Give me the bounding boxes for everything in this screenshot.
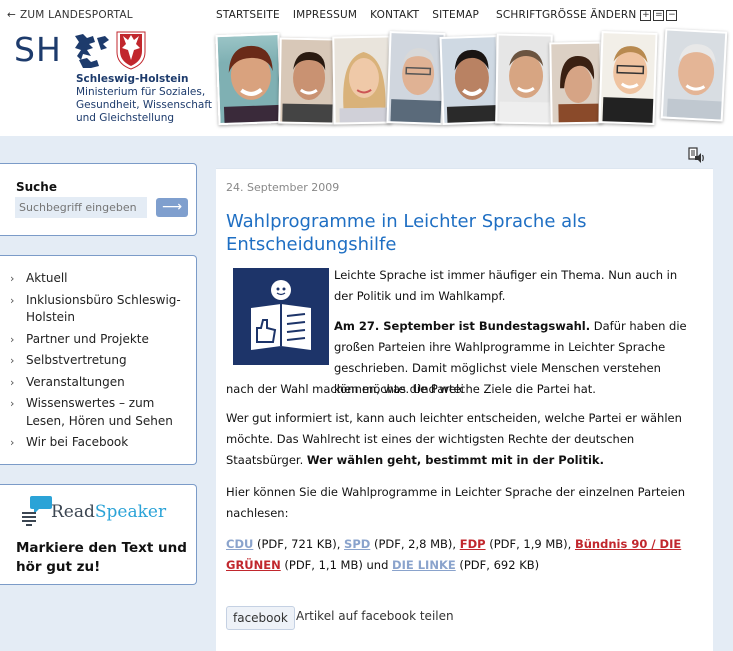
site-header: ← ZUM LANDESPORTAL SH Schleswig-Holstein … <box>0 0 733 136</box>
font-size-label: SCHRIFTGRÖSSE ÄNDERN <box>496 9 637 21</box>
portrait-photo <box>278 37 336 125</box>
sidebar-item-inklusionsbuero[interactable]: › Inklusionsbüro Schleswig-Holstein <box>10 292 190 327</box>
sidebar-item-wissenswertes[interactable]: › Wissenswertes – zum Lesen, Hören und Se… <box>10 395 190 430</box>
download-link-linke[interactable]: DIE LINKE <box>392 558 456 572</box>
portrait-photo <box>598 31 658 125</box>
portrait-photo <box>439 35 501 125</box>
portrait-photo <box>495 33 553 125</box>
search-panel: Suche ⟶ <box>0 163 197 236</box>
article-paragraph: nach der Wahl machen möchte. Und welche … <box>226 382 596 396</box>
sidebar-item-selbstvertretung[interactable]: › Selbstvertretung <box>10 352 190 370</box>
header-photo-collage <box>215 28 730 128</box>
article-paragraph: Hier können Sie die Wahlprogramme in Lei… <box>226 485 686 520</box>
chevron-right-icon: › <box>10 397 15 410</box>
sidebar-item-facebook[interactable]: › Wir bei Facebook <box>10 434 190 452</box>
search-submit-button[interactable]: ⟶ <box>156 198 188 217</box>
facebook-share-link[interactable]: Artikel auf facebook teilen <box>296 609 454 623</box>
readspeaker-panel[interactable]: ReadSpeaker Markiere den Text und hör gu… <box>0 484 197 585</box>
nav-kontakt[interactable]: KONTAKT <box>370 9 419 21</box>
easy-read-reading-icon <box>233 268 329 365</box>
nav-startseite[interactable]: STARTSEITE <box>216 9 280 21</box>
article-paragraph: Wer gut informiert ist, kann auch leicht… <box>226 411 682 467</box>
font-size-control: SCHRIFTGRÖSSE ÄNDERN + = − <box>496 9 678 21</box>
coat-of-arms-icon <box>75 31 146 70</box>
article-paragraph: Leichte Sprache ist immer häufiger ein T… <box>334 268 678 303</box>
ministry-name: Schleswig-Holstein Ministerium für Sozia… <box>76 73 212 124</box>
chevron-right-icon: › <box>10 293 15 307</box>
chevron-right-icon: › <box>10 375 15 389</box>
chevron-right-icon: › <box>10 272 15 285</box>
logo-sh[interactable]: SH <box>14 30 62 69</box>
facebook-share-button[interactable]: facebook <box>226 606 295 630</box>
sidebar-item-aktuell[interactable]: › Aktuell <box>10 270 190 288</box>
font-size-increase-button[interactable]: + <box>640 9 652 21</box>
landesportal-link[interactable]: ← ZUM LANDESPORTAL <box>7 9 133 21</box>
download-link-fdp[interactable]: FDP <box>460 537 486 551</box>
chevron-right-icon: › <box>10 332 15 346</box>
readspeaker-brand: ReadSpeaker <box>51 502 167 522</box>
portrait-photo <box>386 31 446 125</box>
top-navigation: STARTSEITE IMPRESSUM KONTAKT SITEMAP <box>216 9 492 21</box>
article-title: Wahlprogramme in Leichter Sprache als En… <box>226 211 587 255</box>
chevron-right-icon: › <box>10 354 15 367</box>
font-size-decrease-button[interactable]: − <box>666 9 678 21</box>
portrait-photo <box>660 28 728 122</box>
sidebar-item-veranstaltungen[interactable]: › Veranstaltungen <box>10 374 190 392</box>
arrow-right-icon: ⟶ <box>161 199 183 215</box>
main-area: Suche ⟶ ›Aktuell ›Inklusionsbüro Schlesw… <box>0 136 733 651</box>
sidebar-navigation: › Aktuell › Inklusionsbüro Schleswig-Holst… <box>0 255 197 465</box>
article-content: 24. September 2009 Wahlprogramme in Leic… <box>216 168 713 651</box>
download-link-spd[interactable]: SPD <box>344 537 370 551</box>
nav-impressum[interactable]: IMPRESSUM <box>293 9 357 21</box>
chevron-right-icon: › <box>10 436 15 449</box>
article-date: 24. September 2009 <box>226 181 340 194</box>
download-links: CDU (PDF, 721 KB), SPD (PDF, 2,8 MB), FD… <box>226 537 682 572</box>
search-input[interactable] <box>15 197 147 218</box>
speaker-icon[interactable] <box>688 147 706 165</box>
font-size-reset-button[interactable]: = <box>653 9 665 21</box>
arrow-left-icon: ← <box>7 9 16 21</box>
portrait-photo <box>215 32 283 126</box>
portrait-photo <box>332 35 392 125</box>
readspeaker-tagline: Markiere den Text und hör gut zu! <box>16 540 187 575</box>
portrait-photo <box>549 41 603 125</box>
nav-sitemap[interactable]: SITEMAP <box>432 9 479 21</box>
download-link-cdu[interactable]: CDU <box>226 537 253 551</box>
search-label: Suche <box>16 180 57 194</box>
sidebar-item-partner[interactable]: › Partner und Projekte <box>10 331 190 349</box>
